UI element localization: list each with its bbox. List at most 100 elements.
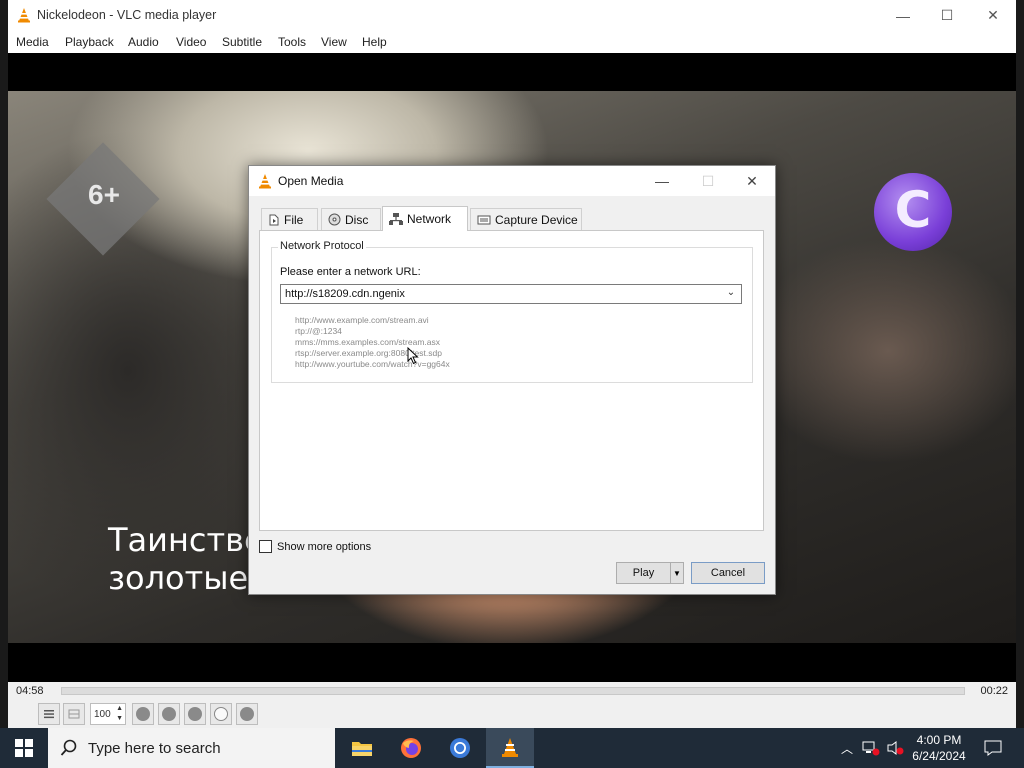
maximize-icon: ☐ (940, 7, 954, 23)
time-elapsed: 04:58 (16, 685, 44, 697)
network-icon (389, 213, 403, 225)
playlist-icon (44, 710, 54, 719)
file-explorer-icon (352, 742, 372, 756)
network-url-input[interactable] (281, 285, 721, 303)
chrome-icon (450, 738, 470, 758)
url-example: rtp://@:1234 (295, 326, 342, 336)
minimize-button[interactable]: — (880, 0, 926, 31)
show-hidden-icons-button[interactable]: ︿ (838, 728, 856, 768)
start-button[interactable] (0, 728, 48, 768)
maximize-icon: ☐ (701, 172, 715, 189)
disc-icon (328, 213, 341, 226)
chevron-down-icon: ▼ (673, 568, 681, 578)
url-label: Please enter a network URL: (280, 266, 421, 278)
play-button[interactable]: Play (616, 562, 671, 584)
stop-button[interactable] (236, 703, 258, 725)
menu-help[interactable]: Help (362, 35, 387, 49)
taskbar-vlc[interactable] (486, 728, 534, 768)
record-button[interactable] (132, 703, 154, 725)
menu-audio[interactable]: Audio (128, 35, 159, 49)
time-remaining[interactable]: 00:22 (980, 685, 1008, 697)
menu-tools[interactable]: Tools (278, 35, 306, 49)
network-tab-panel: Network Protocol Please enter a network … (259, 230, 764, 531)
open-media-dialog: Open Media — ☐ ✕ File Disc Network Captu… (248, 165, 776, 595)
tab-network-label: Network (407, 212, 452, 226)
seek-bar-row: 04:58 00:22 (8, 682, 1016, 700)
snapshot-icon (162, 707, 176, 721)
frame-step-button[interactable] (210, 703, 232, 725)
minimize-icon: — (655, 173, 669, 189)
close-icon: ✕ (987, 7, 999, 23)
seek-slider[interactable] (61, 687, 965, 695)
close-icon: ✕ (746, 172, 758, 189)
taskbar-search-box[interactable]: Type here to search (48, 728, 335, 768)
chevron-down-icon[interactable]: ⌄ (724, 287, 738, 301)
tab-file-label: File (284, 212, 304, 227)
channel-logo: C (874, 173, 952, 251)
loop-ab-button[interactable] (184, 703, 206, 725)
minimize-icon: — (896, 7, 910, 24)
frame-step-icon (214, 707, 228, 721)
url-example: mms://mms.examples.com/stream.asx (295, 337, 440, 347)
dialog-maximize-button: ☐ (685, 166, 731, 196)
show-more-options-label[interactable]: Show more options (277, 541, 371, 553)
vlc-cone-icon (259, 174, 271, 189)
url-example: http://www.yourtube.com/watch?v=gg64x (295, 359, 450, 369)
clock-time: 4:00 PM (916, 733, 962, 747)
windows-logo-icon (15, 739, 33, 757)
play-dropdown-button[interactable]: ▼ (670, 562, 684, 584)
video-caption-line-2: золотые (108, 559, 249, 597)
record-icon (136, 707, 150, 721)
close-button[interactable]: ✕ (970, 0, 1016, 31)
loop-icon (188, 707, 202, 721)
tab-disc-label: Disc (345, 212, 369, 227)
age-rating-text: 6+ (88, 179, 120, 210)
taskbar-clock[interactable]: 4:00 PM 6/24/2024 (906, 732, 972, 764)
url-examples: http://www.example.com/stream.avi rtp://… (295, 315, 450, 370)
stop-icon (240, 707, 254, 721)
network-url-combobox[interactable]: ⌄ (280, 284, 742, 304)
network-tray-button[interactable] (860, 728, 882, 768)
extended-settings-button[interactable] (63, 703, 85, 725)
tab-network[interactable]: Network (382, 206, 468, 231)
menu-subtitle[interactable]: Subtitle (222, 35, 262, 49)
menu-playback[interactable]: Playback (65, 35, 114, 49)
notification-icon (984, 740, 1002, 756)
tab-capture-device[interactable]: Capture Device (470, 208, 582, 230)
playlist-button[interactable] (38, 703, 60, 725)
dialog-title-bar: Open Media — ☐ ✕ (249, 166, 775, 196)
snapshot-button[interactable] (158, 703, 180, 725)
tab-file[interactable]: File (261, 208, 318, 230)
taskbar-chrome[interactable] (436, 728, 484, 768)
dialog-close-button[interactable]: ✕ (729, 166, 775, 196)
taskbar-file-explorer[interactable] (338, 728, 386, 768)
tab-disc[interactable]: Disc (321, 208, 381, 230)
cancel-button[interactable]: Cancel (691, 562, 765, 584)
notifications-button[interactable] (978, 728, 1008, 768)
firefox-icon (401, 738, 421, 758)
maximize-button[interactable]: ☐ (924, 0, 970, 31)
mouse-cursor-icon (407, 347, 419, 365)
url-example: rtsp://server.example.org:8080/test.sdp (295, 348, 442, 358)
group-title: Network Protocol (278, 240, 366, 252)
show-more-options-checkbox[interactable] (259, 540, 272, 553)
window-title: Nickelodeon - VLC media player (37, 8, 217, 22)
dialog-minimize-button[interactable]: — (639, 166, 685, 196)
zoom-spinbox[interactable]: 100 ▲ ▼ (90, 703, 126, 725)
zoom-value: 100 (94, 709, 111, 720)
menu-media[interactable]: Media (16, 35, 49, 49)
show-more-options[interactable]: Show more options (259, 540, 371, 553)
search-placeholder: Type here to search (88, 739, 221, 757)
menu-view[interactable]: View (321, 35, 347, 49)
play-button-label: Play (632, 567, 655, 579)
capture-device-icon (477, 215, 491, 224)
taskbar-firefox[interactable] (387, 728, 435, 768)
volume-tray-button[interactable] (884, 728, 906, 768)
channel-logo-letter: C (894, 181, 932, 239)
file-icon (269, 214, 279, 225)
search-icon (60, 739, 77, 756)
spin-arrows-icon: ▲ ▼ (116, 705, 123, 722)
dialog-title: Open Media (278, 174, 344, 188)
tab-capture-device-label: Capture Device (495, 212, 578, 227)
menu-video[interactable]: Video (176, 35, 206, 49)
